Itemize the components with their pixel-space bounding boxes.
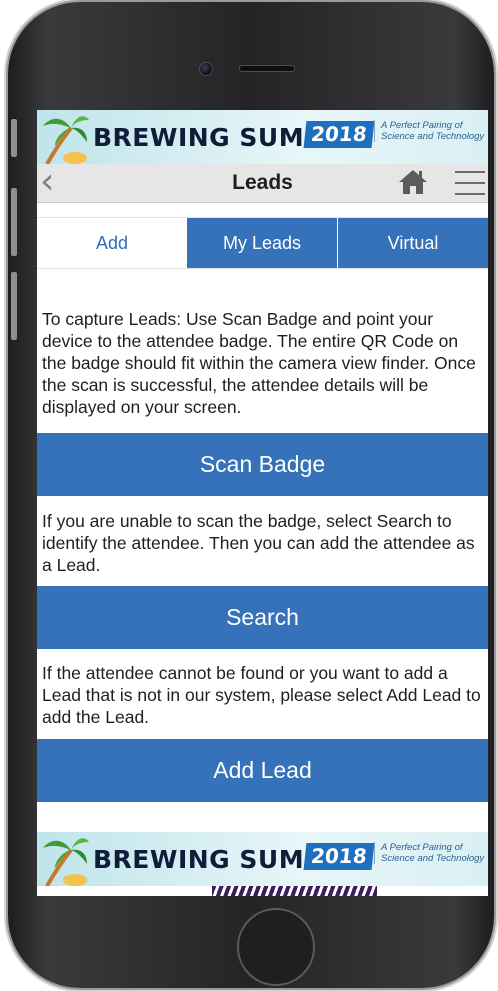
banner-tagline: A Perfect Pairing of Science and Technol… <box>374 120 488 142</box>
banner-graphic-strip <box>212 886 377 896</box>
banner-year-badge: 2018 <box>303 121 375 148</box>
search-instructions: If you are unable to scan the badge, sel… <box>42 511 475 575</box>
mute-switch <box>11 119 17 157</box>
add-lead-instructions: If the attendee cannot be found or you w… <box>42 663 481 727</box>
search-button[interactable]: Search <box>37 586 488 649</box>
nav-bar: ‹ Leads <box>37 164 488 203</box>
volume-up-button <box>11 188 17 256</box>
tab-my-leads[interactable]: My Leads <box>187 218 337 268</box>
tab-bar: Add My Leads Virtual <box>37 217 488 269</box>
front-camera <box>199 62 213 76</box>
banner-year-badge: 2018 <box>303 843 375 870</box>
bottom-banner[interactable]: BREWING SUMMIT 2018 A Perfect Pairing of… <box>37 832 488 886</box>
tab-virtual[interactable]: Virtual <box>337 218 488 268</box>
palm-tree-icon <box>43 116 89 164</box>
scan-badge-button[interactable]: Scan Badge <box>37 433 488 496</box>
tab-add[interactable]: Add <box>37 218 187 268</box>
scan-instructions: To capture Leads: Use Scan Badge and poi… <box>42 309 476 417</box>
hamburger-menu-icon[interactable] <box>455 171 485 195</box>
home-icon[interactable] <box>398 169 428 195</box>
add-lead-button[interactable]: Add Lead <box>37 739 488 802</box>
volume-down-button <box>11 272 17 340</box>
earpiece-speaker <box>239 65 295 72</box>
home-button[interactable] <box>237 908 315 986</box>
app-screen: BREWING SUMMIT 2018 A Perfect Pairing of… <box>37 110 488 896</box>
top-banner: BREWING SUMMIT 2018 A Perfect Pairing of… <box>37 110 488 164</box>
banner-tagline: A Perfect Pairing of Science and Technol… <box>374 842 488 864</box>
palm-tree-icon <box>43 838 89 886</box>
